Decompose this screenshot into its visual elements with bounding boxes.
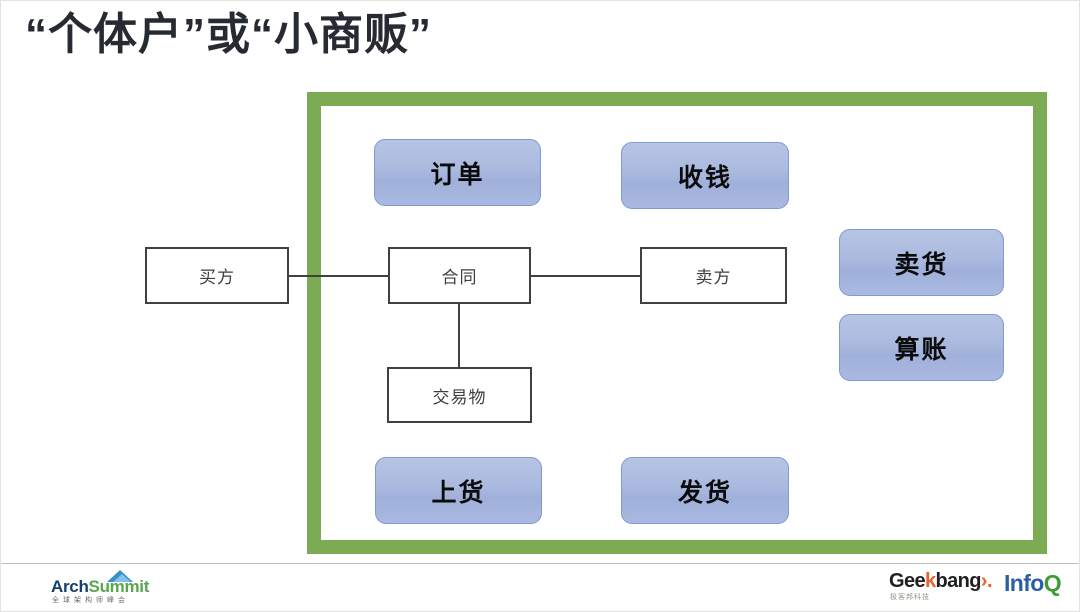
geekbang-word-part2: bang [935, 570, 982, 592]
node-collect-money-label: 收钱 [677, 163, 732, 192]
infoq-word-q: Q [1043, 570, 1062, 596]
connector-contract-goods [458, 304, 460, 368]
node-seller-label: 卖方 [695, 268, 732, 287]
node-ship-goods[interactable]: 发货 [621, 457, 789, 524]
chevron-right-icon: ›. [980, 570, 993, 592]
node-contract[interactable]: 合同 [388, 247, 531, 304]
connector-contract-seller [530, 275, 641, 277]
node-goods[interactable]: 交易物 [387, 367, 532, 423]
geekbang-wordmark: Geekbang›. [889, 570, 993, 592]
node-buyer-label: 买方 [199, 268, 235, 287]
archsummit-word-summit: Summit [88, 577, 150, 596]
geekbang-word-accent: k [925, 570, 936, 592]
page-title: “个体户”或“小商贩” [25, 10, 432, 59]
node-stock-goods-label: 上货 [431, 478, 486, 507]
archsummit-subtitle: 全球架构师峰会 [52, 597, 129, 604]
archsummit-word-arch: Arch [51, 577, 89, 596]
geekbang-logo: Geekbang›. 极客邦科技 [889, 570, 993, 603]
node-sell-goods[interactable]: 卖货 [839, 229, 1004, 296]
node-accounting-label: 算账 [894, 335, 949, 364]
geekbang-word-part1: Gee [889, 570, 926, 592]
sponsor-logos: Geekbang›. 极客邦科技 InfoQ [889, 570, 1062, 605]
node-stock-goods[interactable]: 上货 [375, 457, 542, 524]
node-order-label: 订单 [430, 160, 485, 189]
archsummit-logo: ArchSummit 全球架构师峰会 [51, 570, 171, 606]
geekbang-subtitle: 极客邦科技 [890, 594, 930, 601]
node-contract-label: 合同 [441, 268, 478, 287]
node-goods-label: 交易物 [432, 387, 487, 407]
infoq-logo: InfoQ [1003, 570, 1062, 596]
footer-bar: ArchSummit 全球架构师峰会 Geekbang›. 极客邦科技 Info… [1, 563, 1079, 611]
node-seller[interactable]: 卖方 [640, 247, 787, 304]
connector-buyer-contract [288, 275, 389, 277]
node-collect-money[interactable]: 收钱 [621, 142, 789, 209]
node-sell-goods-label: 卖货 [894, 250, 949, 279]
archsummit-wordmark: ArchSummit [51, 578, 149, 595]
node-ship-goods-label: 发货 [677, 478, 732, 507]
node-order[interactable]: 订单 [374, 139, 541, 206]
node-accounting[interactable]: 算账 [839, 314, 1004, 381]
slide: “个体户”或“小商贩” 买方 合同 卖方 交易物 订单 收钱 卖货 算账 上货 … [0, 0, 1080, 612]
infoq-word-info: Info [1003, 570, 1044, 596]
node-buyer[interactable]: 买方 [145, 247, 289, 304]
